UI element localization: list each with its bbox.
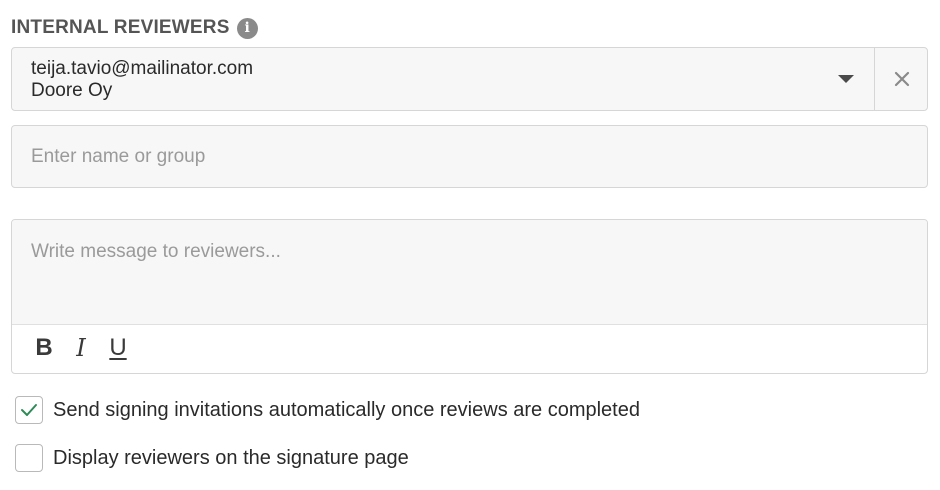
italic-button[interactable]: I (69, 334, 93, 362)
display-reviewers-checkbox[interactable] (15, 444, 43, 472)
bold-button[interactable]: B (32, 334, 56, 362)
format-toolbar: B I U (32, 333, 143, 363)
reviewer-company: Doore Oy (31, 80, 113, 101)
reviewer-select[interactable]: teija.tavio@mailinator.com Doore Oy (11, 47, 928, 111)
reviewer-details: teija.tavio@mailinator.com Doore Oy (31, 58, 253, 102)
display-reviewers-label: Display reviewers on the signature page (53, 446, 409, 469)
message-editor: B I U (11, 219, 928, 374)
message-input[interactable] (12, 220, 927, 324)
underline-button[interactable]: U (106, 334, 130, 362)
reviewer-email: teija.tavio@mailinator.com (31, 58, 254, 79)
reviewer-search-input[interactable] (11, 125, 928, 188)
close-icon (894, 71, 909, 87)
checkmark-icon (21, 404, 37, 416)
remove-reviewer-button[interactable] (875, 48, 928, 110)
info-icon[interactable]: i (236, 17, 258, 39)
auto-send-option[interactable]: Send signing invitations automatically o… (15, 396, 640, 424)
section-title: INTERNAL REVIEWERS (11, 17, 230, 38)
toolbar-divider (12, 324, 927, 325)
section-header: INTERNAL REVIEWERS i (11, 16, 258, 40)
auto-send-label: Send signing invitations automatically o… (53, 398, 640, 421)
chevron-down-icon[interactable] (838, 75, 854, 83)
display-reviewers-option[interactable]: Display reviewers on the signature page (15, 444, 409, 472)
auto-send-checkbox[interactable] (15, 396, 43, 424)
